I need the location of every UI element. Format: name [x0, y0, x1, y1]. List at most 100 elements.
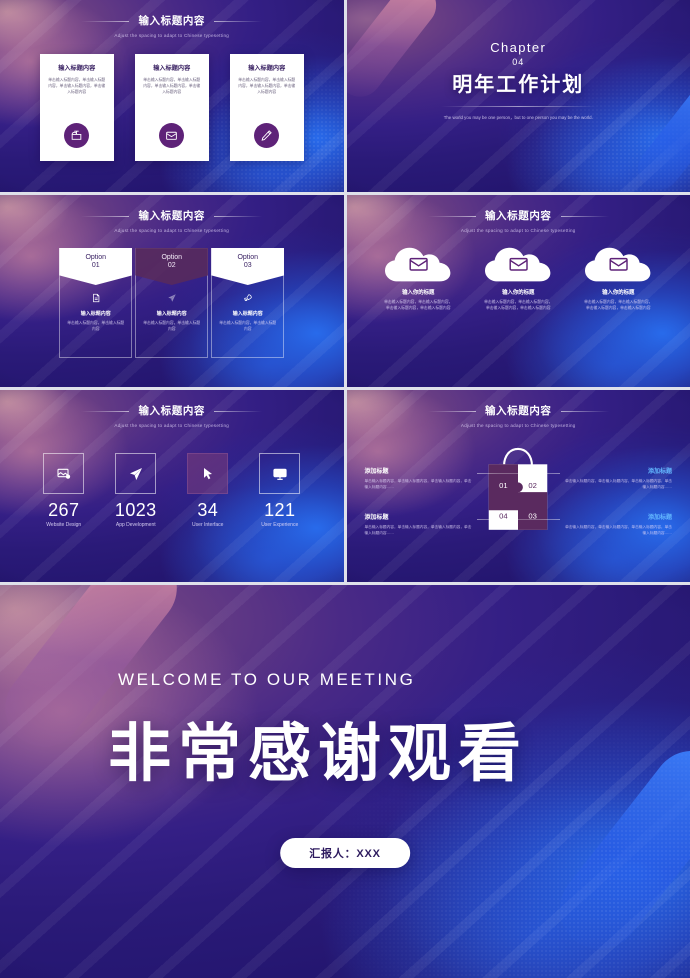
puzzle-number-01: 01	[499, 481, 508, 490]
stat-item[interactable]: 34 User Interface	[182, 453, 234, 528]
option-card[interactable]: Option 02 输入标题内容 单击输入标题内容，单击输入标题内容	[135, 248, 209, 358]
stat-icon-box	[115, 453, 157, 494]
puzzle-label-body: 单击输入标题内容，单击输入标题内容，单击输入标题内容，单击输入标题内容……	[565, 525, 672, 536]
pencil-icon	[261, 130, 273, 141]
connector-line	[498, 473, 560, 474]
cloud-title: 输入你的标题	[602, 290, 635, 296]
slide-6-subtitle: Adjust the spacing to adapt to Chinese t…	[460, 423, 576, 428]
image-icon	[57, 468, 70, 479]
puzzle-label-title: 添加标题	[364, 469, 389, 475]
card-icon-circle[interactable]	[254, 123, 280, 148]
slide-7-content: WELCOME TO OUR MEETING 非常感谢观看 汇报人：XXX	[0, 585, 690, 978]
slide-1-title: 输入标题内容	[81, 15, 262, 27]
option-card[interactable]: Option 03 输入标题内容 单击输入标题内容，单击输入标题内容	[211, 248, 285, 358]
paper-plane-icon	[129, 467, 142, 480]
monitor-icon	[273, 468, 287, 480]
option-icon-slot	[59, 293, 132, 303]
option-icon-slot	[135, 293, 208, 303]
puzzle-label-left-bottom[interactable]: 添加标题 单击输入标题内容，单击输入标题内容，单击输入标题内容，单击输入标题内容…	[365, 512, 539, 536]
option-number: 03	[243, 262, 252, 269]
deck-row-2: 输入标题内容 Adjust the spacing to adapt to Ch…	[0, 195, 690, 387]
card-item[interactable]: 输入标题内容 单击输入标题内容，单击输入标题内容，单击输入标题内容，单击输入标题…	[229, 54, 304, 161]
slide-5-title: 输入标题内容	[81, 405, 262, 417]
slide-3-title: 输入标题内容	[81, 210, 262, 222]
cloud-body: 单击输入标题内容，单击输入标题内容，单击输入标题内容，单击输入标题内容	[584, 300, 653, 311]
stat-value: 121	[264, 500, 296, 520]
slide-4-title: 输入标题内容	[428, 210, 608, 222]
slide-3-subtitle: Adjust the spacing to adapt to Chinese t…	[114, 228, 230, 233]
card-title: 输入标题内容	[58, 65, 96, 72]
stat-item[interactable]: 267 Website Design	[38, 453, 90, 528]
stat-icon-box	[187, 453, 229, 494]
option-number: 02	[167, 262, 176, 269]
cloud-item[interactable]: 输入你的标题 单击输入标题内容，单击输入标题内容，单击输入标题内容，单击输入标题…	[579, 243, 657, 311]
mailbox-icon	[71, 130, 82, 140]
puzzle-label-title: 添加标题	[647, 469, 672, 475]
stat-label: User Interface	[192, 522, 224, 528]
deck-row-4: WELCOME TO OUR MEETING 非常感谢观看 汇报人：XXX	[0, 585, 690, 978]
presenter-badge[interactable]: 汇报人：XXX	[280, 838, 410, 868]
slide-1-card-list: 输入标题内容 单击输入标题内容，单击输入标题内容，单击输入标题内容，单击输入标题…	[0, 54, 344, 161]
stat-item[interactable]: 1023 App Development	[110, 453, 162, 528]
slide-4-subtitle: Adjust the spacing to adapt to Chinese t…	[460, 228, 576, 233]
stat-label: Website Design	[46, 522, 82, 528]
card-item[interactable]: 输入标题内容 单击输入标题内容，单击输入标题内容，单击输入标题内容，单击输入标题…	[134, 54, 209, 161]
option-icon-slot	[211, 293, 284, 303]
puzzle-label-right-bottom[interactable]: 添加标题 单击输入标题内容，单击输入标题内容，单击输入标题内容，单击输入标题内容…	[498, 512, 672, 536]
option-title: 输入标题内容	[80, 311, 111, 317]
option-body: 单击输入标题内容，单击输入标题内容	[67, 321, 125, 332]
chapter-label: Chapter	[490, 40, 547, 55]
stat-value: 1023	[114, 500, 157, 520]
puzzle-label-left-top[interactable]: 添加标题 单击输入标题内容，单击输入标题内容，单击输入标题内容，单击输入标题内容…	[364, 466, 539, 490]
slide-1-three-cards[interactable]: 输入标题内容 Adjust the spacing to adapt to Ch…	[0, 0, 344, 192]
slide-2-chapter-cover[interactable]: Chapter 04 明年工作计划 The world you may be o…	[346, 0, 690, 192]
option-label: Option	[85, 254, 107, 261]
stat-item[interactable]: 121 User Experience	[254, 453, 306, 528]
welcome-text: WELCOME TO OUR MEETING	[118, 670, 416, 689]
rocket-icon	[243, 294, 252, 302]
slide-1-subtitle: Adjust the spacing to adapt to Chinese t…	[114, 33, 230, 38]
document-icon	[92, 293, 100, 303]
stat-label: User Experience	[261, 522, 299, 528]
option-card[interactable]: Option 01 输入标题内容 单击输入标题内容，单击输入标题内容	[59, 248, 133, 358]
card-body: 单击输入标题内容，单击输入标题内容，单击输入标题内容，单击输入标题内容	[238, 78, 296, 95]
cloud-envelope-icon	[385, 247, 451, 282]
card-body: 单击输入标题内容，单击输入标题内容，单击输入标题内容，单击输入标题内容	[48, 78, 106, 95]
slide-3-options[interactable]: 输入标题内容 Adjust the spacing to adapt to Ch…	[0, 195, 344, 387]
chapter-number: 04	[512, 57, 525, 67]
option-title: 输入标题内容	[232, 311, 263, 317]
puzzle-bag-graphic[interactable]: 01 02 03 04	[483, 442, 553, 534]
option-body: 单击输入标题内容，单击输入标题内容	[143, 321, 201, 332]
stat-icon-box	[259, 453, 301, 494]
stat-label: App Development	[115, 522, 156, 528]
paper-plane-icon	[168, 294, 176, 302]
option-number: 01	[91, 262, 100, 269]
cloud-item[interactable]: 输入你的标题 单击输入标题内容，单击输入标题内容，单击输入标题内容，单击输入标题…	[379, 243, 457, 311]
slide-3-header: 输入标题内容 Adjust the spacing to adapt to Ch…	[0, 206, 344, 233]
card-item[interactable]: 输入标题内容 单击输入标题内容，单击输入标题内容，单击输入标题内容，单击输入标题…	[39, 54, 114, 161]
stat-value: 34	[197, 500, 219, 520]
cloud-item[interactable]: 输入你的标题 单击输入标题内容，单击输入标题内容，单击输入标题内容，单击输入标题…	[479, 243, 557, 311]
card-icon-circle[interactable]	[64, 123, 90, 148]
cloud-title: 输入你的标题	[402, 290, 435, 296]
chapter-title: 明年工作计划	[452, 74, 585, 96]
slide-4-clouds[interactable]: 输入标题内容 Adjust the spacing to adapt to Ch…	[346, 195, 690, 387]
slide-1-header: 输入标题内容 Adjust the spacing to adapt to Ch…	[0, 11, 344, 38]
slide-5-statistics[interactable]: 输入标题内容 Adjust the spacing to adapt to Ch…	[0, 390, 344, 582]
puzzle-label-body: 单击输入标题内容，单击输入标题内容，单击输入标题内容，单击输入标题内容……	[565, 479, 672, 490]
option-body: 单击输入标题内容，单击输入标题内容	[219, 321, 277, 332]
slide-5-subtitle: Adjust the spacing to adapt to Chinese t…	[114, 423, 230, 428]
chapter-divider	[440, 106, 596, 107]
option-title: 输入标题内容	[156, 311, 187, 317]
slide-6-puzzle-bag[interactable]: 输入标题内容 Adjust the spacing to adapt to Ch…	[346, 390, 690, 582]
card-body: 单击输入标题内容，单击输入标题内容，单击输入标题内容，单击输入标题内容	[143, 78, 201, 95]
puzzle-label-right-top[interactable]: 添加标题 单击输入标题内容，单击输入标题内容，单击输入标题内容，单击输入标题内容…	[498, 466, 672, 490]
slide-deck: 输入标题内容 Adjust the spacing to adapt to Ch…	[0, 0, 690, 978]
slide-6-header: 输入标题内容 Adjust the spacing to adapt to Ch…	[347, 401, 690, 428]
card-icon-circle[interactable]	[159, 123, 185, 148]
slide-4-cloud-list: 输入你的标题 单击输入标题内容，单击输入标题内容，单击输入标题内容，单击输入标题…	[347, 243, 690, 311]
puzzle-label-body: 单击输入标题内容，单击输入标题内容，单击输入标题内容，单击输入标题内容……	[364, 479, 472, 490]
slide-2-chapter-block: Chapter 04 明年工作计划 The world you may be o…	[347, 40, 690, 121]
chapter-quote: The world you may be one person，but to o…	[443, 115, 593, 120]
slide-7-thank-you[interactable]: WELCOME TO OUR MEETING 非常感谢观看 汇报人：XXX	[0, 585, 690, 978]
